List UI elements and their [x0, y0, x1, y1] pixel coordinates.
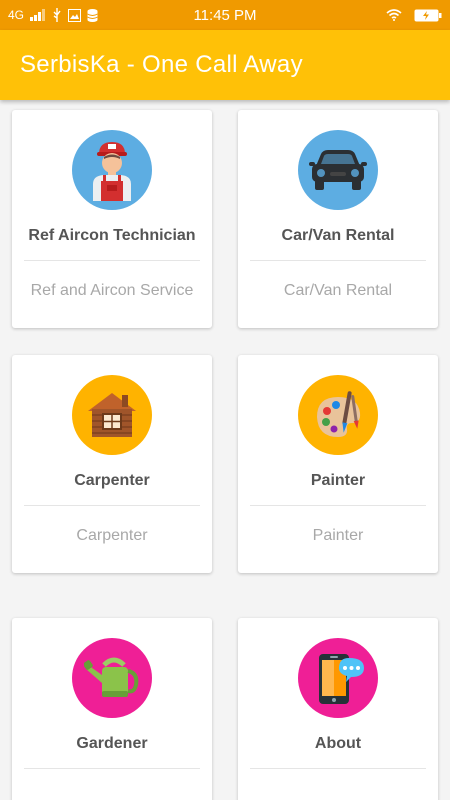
- card-divider: [250, 260, 426, 261]
- status-bar: 4G 11:45 PM: [0, 0, 450, 30]
- card-title: Gardener: [76, 735, 148, 752]
- card-divider: [24, 505, 200, 506]
- card-subtitle: Car/Van Rental: [283, 282, 393, 299]
- technician-icon: [72, 130, 152, 210]
- app-title: SerbisKa - One Call Away: [20, 51, 303, 78]
- card-subtitle: Ref and Aircon Service: [30, 282, 194, 299]
- card-title: About: [314, 735, 362, 752]
- network-type: 4G: [8, 8, 25, 22]
- service-card-car-rental[interactable]: Car/Van Rental Car/Van Rental: [238, 110, 438, 328]
- card-title: Carpenter: [74, 472, 150, 489]
- usb-icon: [53, 8, 61, 22]
- signal-icon: [30, 9, 46, 21]
- service-card-painter[interactable]: Painter Painter: [238, 355, 438, 573]
- watering-can-icon: [72, 638, 152, 718]
- palette-icon: [298, 375, 378, 455]
- service-card-carpenter[interactable]: Carpenter Carpenter: [12, 355, 212, 573]
- app-toolbar: SerbisKa - One Call Away: [0, 30, 450, 100]
- card-divider: [250, 768, 426, 769]
- image-notification-icon: [68, 8, 82, 22]
- service-card-about[interactable]: About: [238, 618, 438, 800]
- card-title: Painter: [310, 472, 366, 489]
- card-title: Car/Van Rental: [281, 227, 395, 244]
- phone-chat-icon: [298, 638, 378, 718]
- card-divider: [24, 260, 200, 261]
- card-subtitle: Carpenter: [76, 527, 148, 544]
- house-icon: [72, 375, 152, 455]
- status-left: 4G: [8, 8, 98, 22]
- card-subtitle: Painter: [312, 527, 364, 544]
- card-divider: [250, 505, 426, 506]
- wifi-icon: [386, 9, 402, 21]
- card-title: Ref Aircon Technician: [28, 227, 196, 244]
- battery-charging-icon: [414, 9, 442, 21]
- car-icon: [298, 130, 378, 210]
- status-right: [386, 9, 442, 22]
- database-icon: [87, 8, 98, 22]
- service-card-ref-aircon[interactable]: Ref Aircon Technician Ref and Aircon Ser…: [12, 110, 212, 328]
- service-card-gardener[interactable]: Gardener: [12, 618, 212, 800]
- card-divider: [24, 768, 200, 769]
- services-grid[interactable]: Ref Aircon Technician Ref and Aircon Ser…: [0, 100, 450, 800]
